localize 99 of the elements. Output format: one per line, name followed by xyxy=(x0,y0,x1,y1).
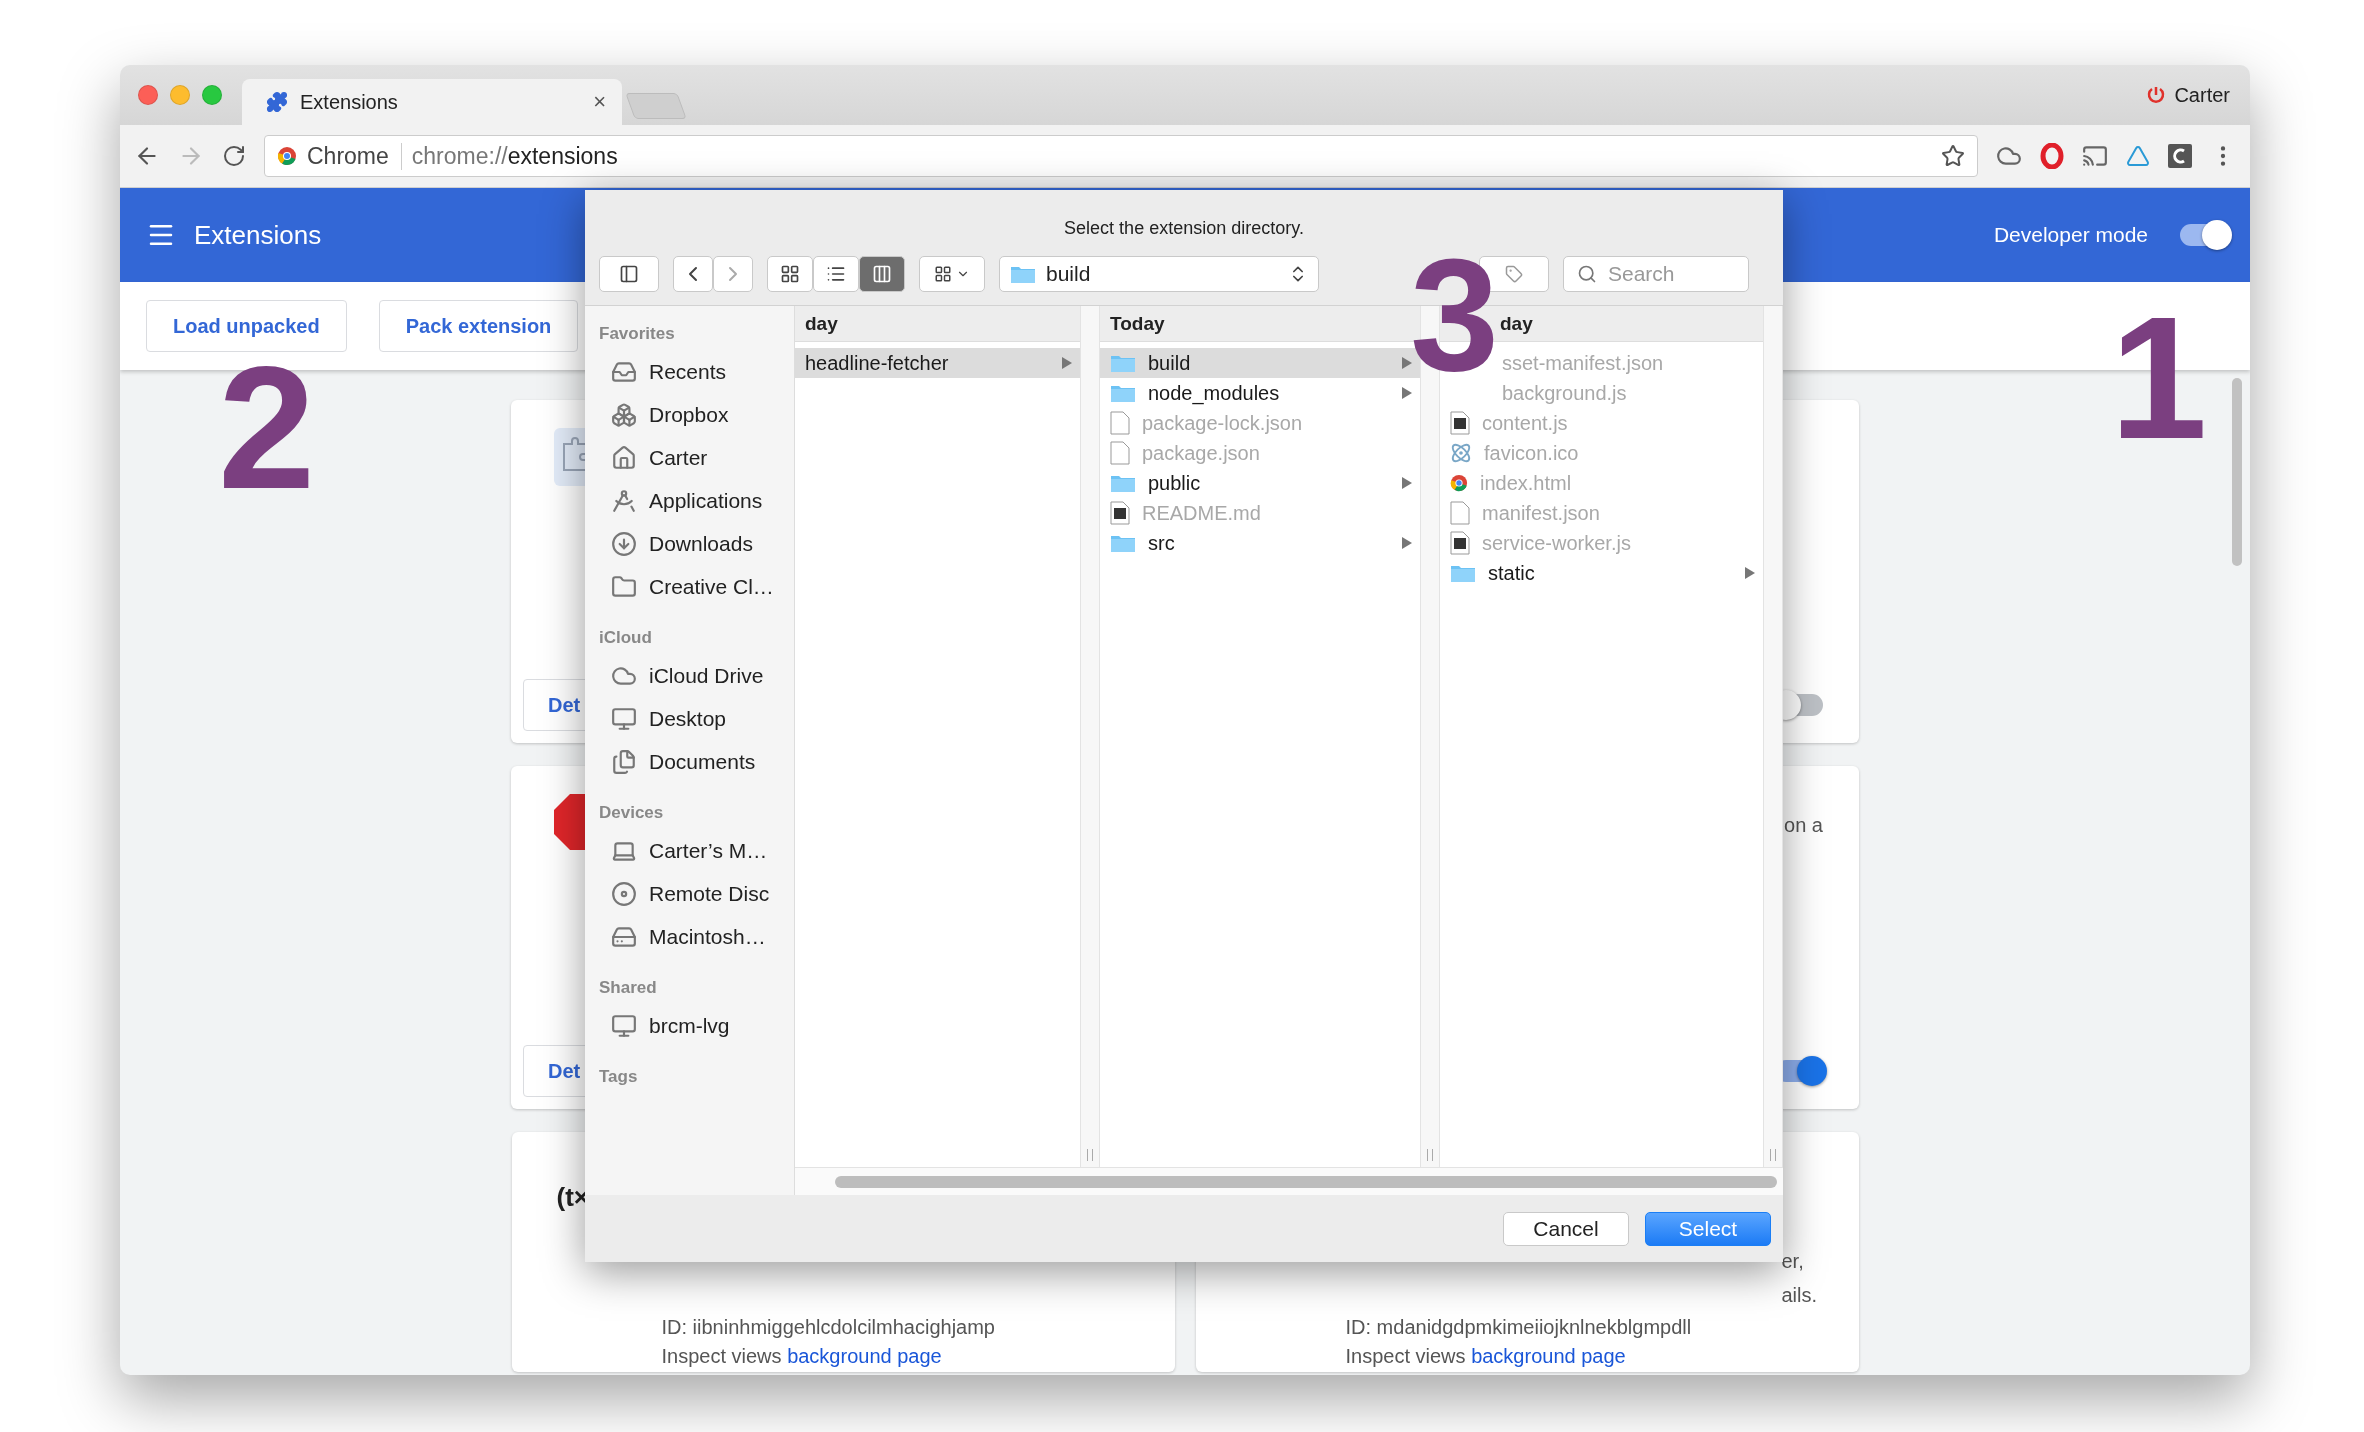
sidebar-heading: iCloud xyxy=(599,628,652,648)
script-file-icon xyxy=(1110,501,1130,525)
sidebar-item[interactable]: Recents xyxy=(599,350,727,393)
download-icon xyxy=(611,530,637,557)
file-row[interactable]: headline-fetcher xyxy=(795,348,1080,378)
tag-icon xyxy=(1505,264,1523,283)
extension-id: ID: mdanidgdpmkimeiiojknlnekblgmpdll xyxy=(1345,1316,1692,1339)
sidebar-heading: Favorites xyxy=(599,324,675,344)
folder-icon xyxy=(1110,383,1136,403)
triangle-icon[interactable] xyxy=(2126,144,2150,168)
compass-icon xyxy=(611,487,637,514)
cancel-button[interactable]: Cancel xyxy=(1503,1211,1629,1246)
sidebar-item[interactable]: Remote Disc xyxy=(599,872,770,915)
sidebar-item[interactable]: brcm-lvg xyxy=(599,1004,730,1047)
browser-tab[interactable]: Extensions × xyxy=(242,79,622,125)
background-page-link[interactable]: background page xyxy=(1471,1345,1626,1367)
disc-icon xyxy=(611,880,637,907)
tab-close-button[interactable]: × xyxy=(593,89,606,115)
file-icon xyxy=(1450,501,1470,525)
columns-icon xyxy=(872,263,892,284)
sidebar-heading: Devices xyxy=(599,803,664,823)
sidebar-toggle-button[interactable] xyxy=(599,255,659,292)
developer-mode-label: Developer mode xyxy=(1993,223,2148,247)
chrome-logo-icon xyxy=(1450,474,1468,492)
cast-icon[interactable] xyxy=(2082,143,2108,169)
sidebar-item[interactable]: Carter’s M… xyxy=(599,829,768,872)
documents-icon xyxy=(611,748,637,775)
inspect-views-line: Inspect views background page xyxy=(1345,1345,1626,1368)
atom-icon xyxy=(1450,442,1472,464)
inspect-views-line: Inspect views background page xyxy=(661,1345,942,1368)
list-view-button[interactable] xyxy=(813,255,859,292)
page-title: Extensions xyxy=(194,219,322,251)
scrollbar[interactable] xyxy=(2232,378,2242,566)
chrome-logo-icon xyxy=(277,146,297,166)
sidebar-item[interactable]: Creative Cl… xyxy=(599,565,774,608)
sidebar-item[interactable]: Desktop xyxy=(599,697,727,740)
house-icon xyxy=(611,444,637,471)
sidebar-item[interactable]: Applications xyxy=(599,479,763,522)
folder-icon xyxy=(1110,473,1136,493)
search-field[interactable]: Search xyxy=(1563,255,1749,292)
column-resize-handle[interactable] xyxy=(1080,306,1100,1167)
column-resize-handle[interactable] xyxy=(1763,306,1783,1167)
boxes-icon xyxy=(611,401,637,428)
reload-icon[interactable] xyxy=(222,144,246,168)
path-popup[interactable]: build xyxy=(999,255,1319,292)
sidebar-item[interactable]: Carter xyxy=(599,436,708,479)
dialog-title: Select the extension directory. xyxy=(1064,218,1304,238)
script-file-icon xyxy=(1450,411,1470,435)
sidebar-item[interactable]: Macintosh… xyxy=(599,915,766,958)
sidebar-heading: Shared xyxy=(599,978,657,998)
sidebar-item[interactable]: Downloads xyxy=(599,522,753,565)
address-bar[interactable]: Chrome chrome://extensions xyxy=(264,135,1978,177)
file-icon xyxy=(1110,441,1130,465)
bookmark-star-icon[interactable] xyxy=(1941,144,1965,168)
puzzle-icon xyxy=(266,91,288,113)
url-text: chrome://extensions xyxy=(411,142,618,170)
monitor-icon xyxy=(611,705,637,732)
square-c-icon[interactable] xyxy=(2168,144,2192,168)
background-page-link[interactable]: background page xyxy=(787,1345,942,1367)
sidebar-item[interactable]: Documents xyxy=(599,740,756,783)
icon-view-button[interactable] xyxy=(767,255,813,292)
column-view-button[interactable] xyxy=(859,255,905,292)
sidebar-item[interactable]: iCloud Drive xyxy=(599,654,764,697)
puzzle-tile-icon xyxy=(554,428,586,486)
column-header: day xyxy=(805,312,838,335)
folder-icon xyxy=(1450,563,1476,583)
folder-icon xyxy=(1110,353,1136,373)
grid-icon xyxy=(934,264,952,283)
group-button[interactable] xyxy=(919,255,985,292)
action-button[interactable]: Pack extension xyxy=(378,300,579,352)
action-button[interactable]: Load unpacked xyxy=(146,300,347,352)
file-row[interactable]: static xyxy=(1440,558,1763,588)
horizontal-scrollbar[interactable] xyxy=(835,1176,1777,1188)
ring-icon[interactable] xyxy=(2040,143,2064,169)
column-header: Today xyxy=(1110,312,1165,335)
sidebar-item[interactable]: Dropbox xyxy=(599,393,729,436)
file-row[interactable]: public xyxy=(1100,468,1420,498)
folder-icon xyxy=(611,573,637,600)
profile-name[interactable]: Carter xyxy=(2174,83,2230,107)
file-icon xyxy=(1110,411,1130,435)
file-row[interactable]: src xyxy=(1100,528,1420,558)
script-file-icon xyxy=(1450,531,1470,555)
power-icon xyxy=(2146,85,2167,105)
site-label: Chrome xyxy=(307,142,402,170)
sidebar-icon xyxy=(619,263,639,284)
folder-icon xyxy=(1110,533,1136,553)
grid-icon xyxy=(780,263,800,284)
annotation-number: 1 xyxy=(2110,290,2208,465)
close-window-button[interactable] xyxy=(138,85,158,105)
back-button[interactable] xyxy=(673,255,713,292)
extension-description: ails. xyxy=(1781,1283,1818,1308)
extension-id: ID: iibninhmiggehlcdolcilmhacighjamp xyxy=(661,1316,995,1339)
tab-title: Extensions xyxy=(300,90,399,114)
monitor-icon xyxy=(611,1012,637,1039)
sidebar-heading: Tags xyxy=(599,1067,638,1087)
extension-description: er, xyxy=(1781,1249,1804,1274)
extension-description: on a xyxy=(1784,814,1823,837)
column-header: day xyxy=(1500,312,1533,335)
search-icon xyxy=(1577,263,1597,284)
